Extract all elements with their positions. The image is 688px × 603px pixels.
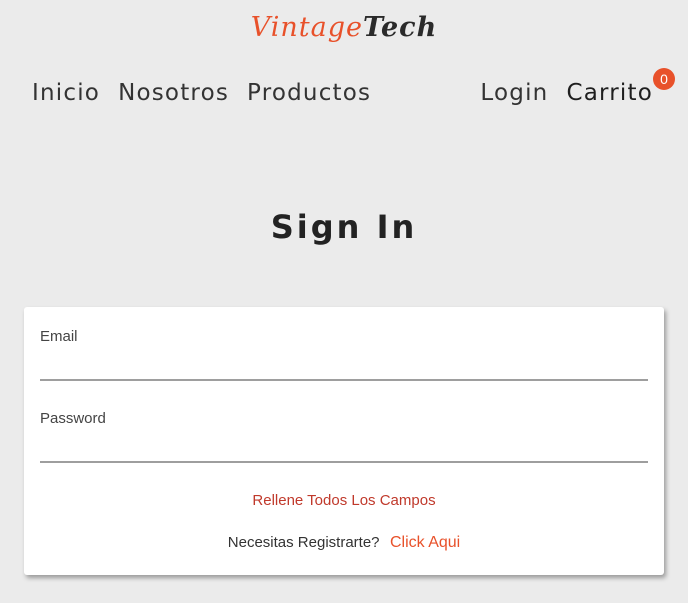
password-input[interactable] (40, 431, 648, 463)
nav-link-nosotros[interactable]: Nosotros (118, 77, 229, 109)
form-error-message: Rellene Todos Los Campos (252, 492, 436, 509)
user-nav: Login Carrito 0 (480, 68, 675, 109)
nav-link-login[interactable]: Login (480, 77, 548, 109)
signin-card: Email Password Rellene Todos Los Campos … (24, 307, 664, 575)
cart-count-badge: 0 (653, 68, 675, 90)
main-nav: Inicio Nosotros Productos (32, 77, 371, 109)
password-label: Password (40, 410, 106, 427)
nav-link-productos[interactable]: Productos (247, 77, 371, 109)
brand-logo-part1: Vintage (250, 12, 363, 43)
email-label: Email (40, 328, 78, 345)
brand-logo-part2: Tech (363, 12, 438, 43)
page-title: Sign In (270, 208, 418, 246)
nav-link-inicio[interactable]: Inicio (32, 77, 100, 109)
register-row: Necesitas Registrarte? Click Aqui (24, 532, 664, 554)
password-field-group: Password (40, 410, 648, 463)
brand-logo[interactable]: VintageTech (0, 10, 688, 46)
register-link[interactable]: Click Aqui (390, 534, 460, 551)
email-field-group: Email (40, 328, 648, 381)
email-input[interactable] (40, 349, 648, 381)
nav-link-cart[interactable]: Carrito 0 (566, 68, 675, 109)
register-prompt: Necesitas Registrarte? (227, 534, 380, 551)
cart-label: Carrito (566, 80, 653, 106)
